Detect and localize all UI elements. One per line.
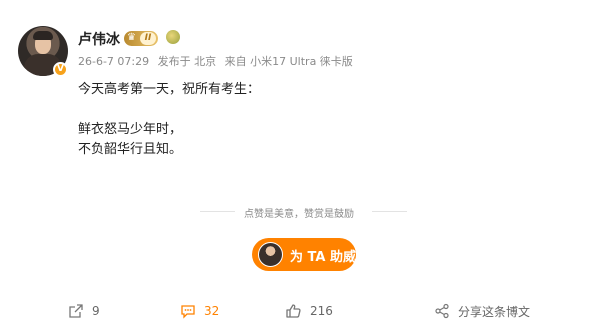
share-icon (435, 303, 449, 319)
crown-icon: ♛ (127, 32, 136, 43)
post-line-1: 今天高考第一天，祝所有考生： (78, 82, 261, 97)
like-count: 216 (310, 304, 333, 318)
like-button[interactable]: 216 (285, 301, 333, 321)
comment-count: 32 (204, 304, 220, 318)
comment-icon (181, 305, 195, 319)
post-location: 发布于 北京 (157, 55, 217, 68)
share-button[interactable]: 分享这条博文 (434, 301, 530, 321)
avatar-hair (33, 31, 53, 40)
share-label: 分享这条博文 (458, 304, 531, 319)
reward-slogan: 点赞是美意，赞赏是鼓励 (244, 209, 354, 220)
level-badge[interactable]: ♛ II (124, 31, 158, 46)
post-content: 今天高考第一天，祝所有考生： 鲜衣怒马少年时， 不负韶华行且知。 (78, 80, 538, 160)
repost-count: 9 (92, 304, 100, 318)
author-name[interactable]: 卢伟冰 (78, 29, 120, 49)
post-meta: 26-6-7 07:29 发布于 北京 来自 小米17 Ultra 徕卡版 (78, 53, 358, 69)
divider-right (372, 211, 407, 212)
boost-avatar (258, 242, 283, 267)
action-bar: 9 32 216 分享这条博文 (0, 298, 600, 324)
verified-badge: V (53, 62, 68, 77)
post-line-3: 不负韶华行且知。 (78, 142, 183, 157)
post-source[interactable]: 来自 小米17 Ultra 徕卡版 (225, 55, 353, 68)
level-badge-label: II (140, 32, 156, 45)
repost-button[interactable]: 9 (68, 301, 100, 321)
post-line-2: 鲜衣怒马少年时， (78, 122, 183, 137)
divider-left (200, 211, 235, 212)
boost-button-label: 为 TA 助威 (290, 250, 356, 265)
post-date[interactable]: 26-6-7 07:29 (78, 55, 149, 68)
repost-icon (69, 304, 83, 318)
boost-button[interactable]: 为 TA 助威 (252, 238, 356, 271)
comment-button[interactable]: 32 (180, 301, 219, 321)
like-icon (286, 304, 301, 318)
medal-icon[interactable] (166, 30, 180, 44)
